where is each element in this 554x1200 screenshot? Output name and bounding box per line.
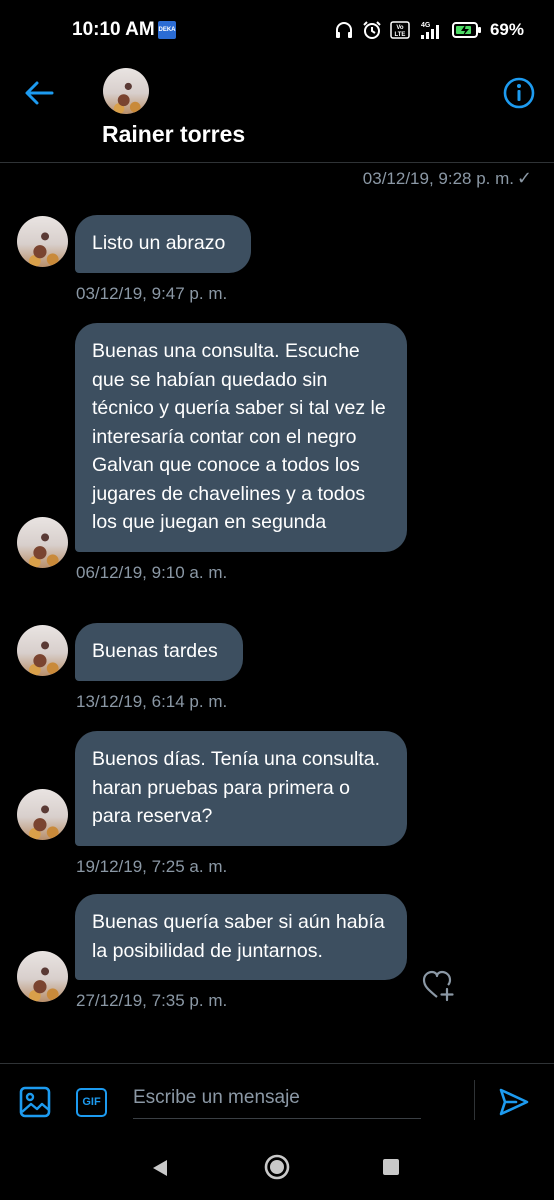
system-nav-bar: [0, 1135, 554, 1200]
conversation-header: Rainer torres: [0, 62, 554, 163]
contact-name[interactable]: Rainer torres: [102, 121, 245, 148]
battery-charging-icon: [451, 22, 481, 38]
status-icons: Vo LTE 4G 69%: [334, 17, 524, 43]
nav-back-icon[interactable]: [151, 1159, 169, 1177]
compose-bar: GIF: [0, 1063, 554, 1136]
heart-plus-icon[interactable]: [420, 967, 456, 1003]
message-timestamp: 27/12/19, 7:35 p. m.: [76, 991, 228, 1010]
volte-icon: Vo LTE: [390, 21, 410, 39]
sender-avatar[interactable]: [17, 517, 68, 568]
app-notification-icon: DEKA: [158, 21, 176, 39]
signal-icon: 4G: [420, 22, 439, 39]
message-timestamp: 06/12/19, 9:10 a. m.: [76, 562, 228, 582]
message-item: Buenos días. Tenía una consulta. haran p…: [75, 731, 407, 877]
status-bar: 10:10 AM DEKA Vo LTE 4G 69%: [0, 0, 554, 62]
svg-text:LTE: LTE: [395, 32, 406, 38]
message-timestamp: 13/12/19, 6:14 p. m.: [76, 691, 228, 711]
message-timestamp: 19/12/19, 7:25 a. m.: [76, 856, 228, 876]
message-item: Buenas tardes 13/12/19, 6:14 p. m.: [75, 623, 243, 712]
message-item: Buenas una consulta. Escuche que se habí…: [75, 323, 407, 583]
battery-percentage: 69%: [489, 20, 524, 39]
sent-check-icon: ✓: [516, 168, 532, 188]
nav-recents-icon[interactable]: [383, 1159, 399, 1175]
send-icon[interactable]: [498, 1086, 530, 1118]
sent-message-timestamp: 03/12/19, 9:28 p. m.: [362, 169, 514, 188]
message-bubble[interactable]: Listo un abrazo: [75, 215, 251, 273]
message-input[interactable]: [133, 1078, 421, 1119]
image-icon[interactable]: [18, 1085, 52, 1119]
sender-avatar[interactable]: [17, 216, 68, 267]
headphones-icon: [335, 22, 352, 38]
message-timestamp: 03/12/19, 9:47 p. m.: [76, 283, 228, 303]
nav-home-icon[interactable]: [264, 1154, 290, 1180]
alarm-icon: [363, 21, 381, 39]
info-icon[interactable]: [502, 76, 536, 110]
message-item: Buenas quería saber si aún había la posi…: [75, 894, 407, 1011]
back-arrow-icon[interactable]: [22, 76, 56, 110]
message-bubble[interactable]: Buenas una consulta. Escuche que se habí…: [75, 323, 407, 552]
message-bubble[interactable]: Buenos días. Tenía una consulta. haran p…: [75, 731, 407, 846]
svg-text:4G: 4G: [421, 22, 431, 29]
sender-avatar[interactable]: [17, 951, 68, 1002]
status-time: 10:10 AM: [72, 19, 155, 40]
message-bubble[interactable]: Buenas quería saber si aún había la posi…: [75, 894, 407, 980]
contact-avatar[interactable]: [103, 68, 149, 114]
sender-avatar[interactable]: [17, 625, 68, 676]
gif-button[interactable]: GIF: [76, 1088, 107, 1117]
compose-divider: [474, 1080, 475, 1120]
message-bubble[interactable]: Buenas tardes: [75, 623, 243, 681]
svg-text:Vo: Vo: [396, 25, 404, 31]
message-item: Listo un abrazo 03/12/19, 9:47 p. m.: [75, 215, 251, 304]
sender-avatar[interactable]: [17, 789, 68, 840]
